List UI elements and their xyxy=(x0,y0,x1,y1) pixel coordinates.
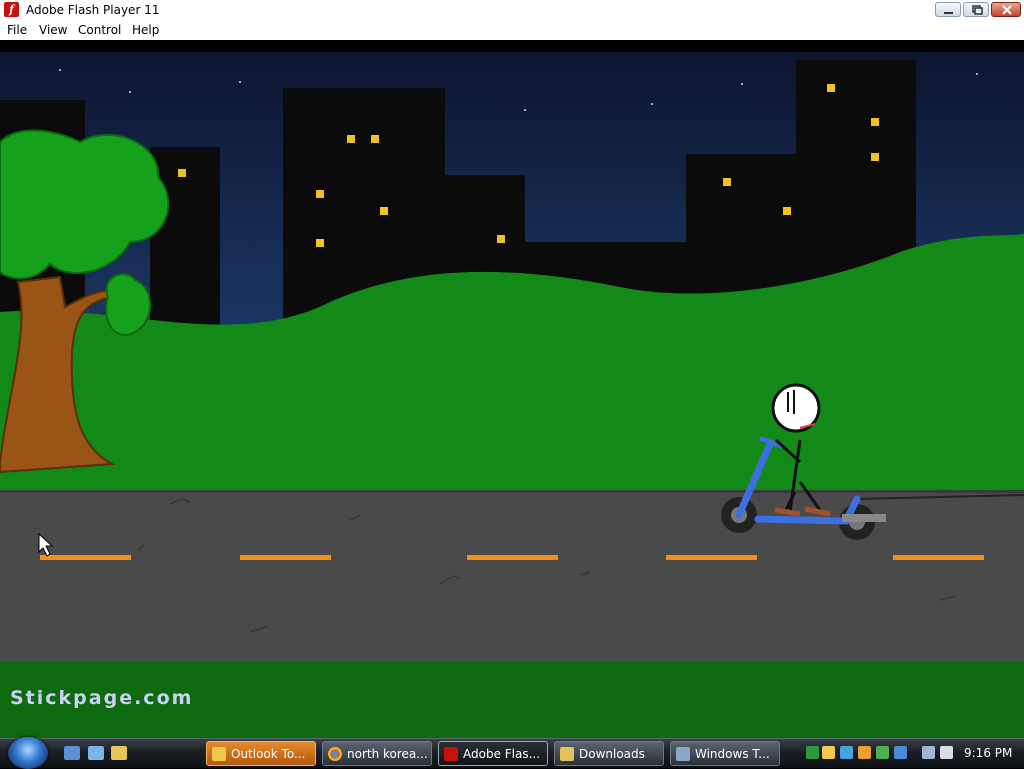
taskbar: Outlook To... north korea... Adobe Flas.… xyxy=(0,737,1024,769)
menu-help[interactable]: Help xyxy=(132,22,159,38)
flash-icon xyxy=(444,747,458,761)
taskbar-item-flash[interactable]: Adobe Flas... xyxy=(438,741,548,766)
task-manager-icon xyxy=(676,747,690,761)
minimize-button[interactable] xyxy=(935,2,961,17)
window-titlebar[interactable]: f Adobe Flash Player 11 xyxy=(0,0,1024,21)
window-title: Adobe Flash Player 11 xyxy=(26,3,160,17)
close-icon xyxy=(1002,5,1012,15)
security-shield-icon[interactable] xyxy=(858,746,871,759)
game-scene[interactable]: Stickpage.com xyxy=(0,52,1024,738)
taskbar-item-task-manager[interactable]: Windows T... xyxy=(670,741,780,766)
green-app-icon[interactable] xyxy=(806,746,819,759)
menu-file[interactable]: File xyxy=(7,22,27,38)
switch-windows-icon[interactable] xyxy=(88,746,104,760)
menu-view[interactable]: View xyxy=(39,22,67,38)
stickpage-watermark: Stickpage.com xyxy=(10,687,193,709)
volume-icon[interactable] xyxy=(940,746,953,759)
minimize-icon xyxy=(944,12,953,14)
outlook-tray-icon[interactable] xyxy=(822,746,835,759)
network-icon[interactable] xyxy=(922,746,935,759)
check-icon[interactable] xyxy=(876,746,889,759)
show-desktop-icon[interactable] xyxy=(64,746,80,760)
flash-game-stage[interactable]: Stickpage.com xyxy=(0,52,1024,738)
folder-icon xyxy=(560,747,574,761)
network-app-icon[interactable] xyxy=(840,746,853,759)
clock[interactable]: 9:16 PM xyxy=(964,746,1012,760)
chrome-icon xyxy=(328,747,342,761)
taskbar-item-outlook[interactable]: Outlook To... xyxy=(206,741,316,766)
close-button[interactable] xyxy=(991,2,1021,17)
windows-start-icon[interactable] xyxy=(8,737,48,769)
taskbar-item-downloads[interactable]: Downloads xyxy=(554,741,664,766)
outlook-icon[interactable] xyxy=(111,746,127,760)
maximize-button[interactable] xyxy=(963,2,989,17)
taskbar-item-chrome[interactable]: north korea... xyxy=(322,741,432,766)
outlook-icon xyxy=(212,747,226,761)
update-icon[interactable] xyxy=(894,746,907,759)
maximize-icon xyxy=(972,5,983,15)
menu-bar: File View Control Help xyxy=(0,20,1024,40)
menu-control[interactable]: Control xyxy=(78,22,121,38)
flash-icon: f xyxy=(4,2,19,17)
